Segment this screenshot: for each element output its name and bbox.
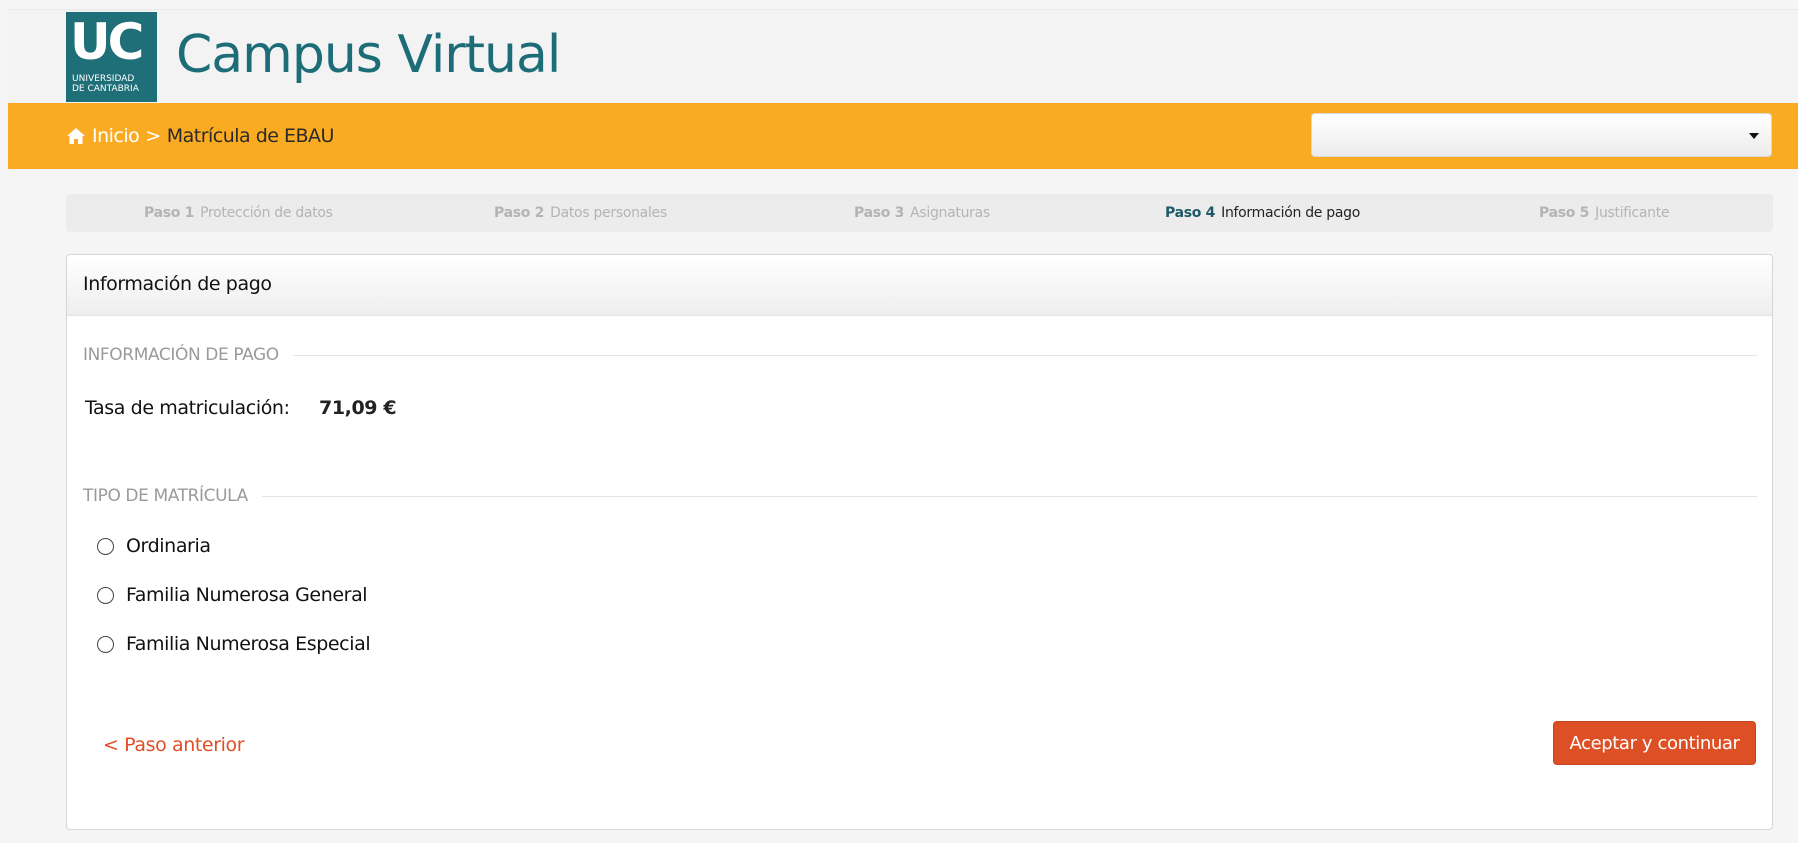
type-section-heading: TIPO DE MATRÍCULA xyxy=(83,486,1757,506)
radio-option-familia-numerosa-especial[interactable]: Familia Numerosa Especial xyxy=(97,633,371,655)
step-progress: Paso 1 Protección de datos Paso 2 Datos pe… xyxy=(66,194,1773,232)
payment-panel: Información de pago INFORMACIÓN DE PAGO … xyxy=(66,254,1773,830)
logo-text: UC xyxy=(70,13,144,71)
navbar-select[interactable] xyxy=(1311,113,1772,157)
radio-button[interactable] xyxy=(97,635,114,653)
site-title: Campus Virtual xyxy=(176,25,561,85)
previous-step-link[interactable]: < Paso anterior xyxy=(103,734,245,756)
home-icon[interactable] xyxy=(66,127,86,145)
logo-subtitle: UNIVERSIDAD DE CANTABRIA xyxy=(72,74,139,94)
breadcrumb-home-link[interactable]: Inicio xyxy=(92,125,140,147)
step-5: Paso 5 Justificante xyxy=(1539,205,1670,221)
radio-button[interactable] xyxy=(97,586,114,604)
step-number: Paso 3 xyxy=(854,205,905,221)
radio-label: Familia Numerosa Especial xyxy=(126,633,371,655)
breadcrumb-separator: > xyxy=(145,125,161,147)
step-label: Datos personales xyxy=(550,205,667,221)
panel-title: Información de pago xyxy=(83,273,272,295)
section-divider xyxy=(261,495,1757,497)
fee-label: Tasa de matriculación: xyxy=(85,397,290,419)
step-2: Paso 2 Datos personales xyxy=(494,205,667,221)
step-label: Justificante xyxy=(1595,205,1670,221)
logo-subline-1: UNIVERSIDAD xyxy=(72,74,135,84)
radio-label: Familia Numerosa General xyxy=(126,584,368,606)
step-number: Paso 1 xyxy=(144,205,195,221)
step-4-active: Paso 4 Información de pago xyxy=(1165,205,1360,221)
type-section-title: TIPO DE MATRÍCULA xyxy=(83,486,248,506)
step-number: Paso 4 xyxy=(1165,205,1216,221)
radio-button[interactable] xyxy=(97,537,114,555)
fee-value: 71,09 € xyxy=(319,397,397,419)
step-number: Paso 5 xyxy=(1539,205,1590,221)
radio-option-ordinaria[interactable]: Ordinaria xyxy=(97,535,211,557)
panel-header: Información de pago xyxy=(67,255,1772,316)
section-divider xyxy=(292,354,1757,356)
payment-section-title: INFORMACIÓN DE PAGO xyxy=(83,345,279,365)
step-label: Protección de datos xyxy=(200,205,333,221)
radio-label: Ordinaria xyxy=(126,535,211,557)
step-1: Paso 1 Protección de datos xyxy=(144,205,333,221)
uc-logo[interactable]: UC UNIVERSIDAD DE CANTABRIA xyxy=(66,12,157,102)
step-number: Paso 2 xyxy=(494,205,545,221)
step-3: Paso 3 Asignaturas xyxy=(854,205,990,221)
breadcrumb-current: Matrícula de EBAU xyxy=(166,125,335,147)
step-label: Información de pago xyxy=(1221,205,1360,221)
caret-down-icon xyxy=(1749,133,1759,139)
accept-continue-button[interactable]: Aceptar y continuar xyxy=(1553,721,1756,765)
breadcrumb: Inicio > Matrícula de EBAU xyxy=(66,125,334,147)
step-label: Asignaturas xyxy=(910,205,990,221)
payment-section-heading: INFORMACIÓN DE PAGO xyxy=(83,345,1757,365)
logo-subline-2: DE CANTABRIA xyxy=(72,84,139,94)
radio-option-familia-numerosa-general[interactable]: Familia Numerosa General xyxy=(97,584,368,606)
